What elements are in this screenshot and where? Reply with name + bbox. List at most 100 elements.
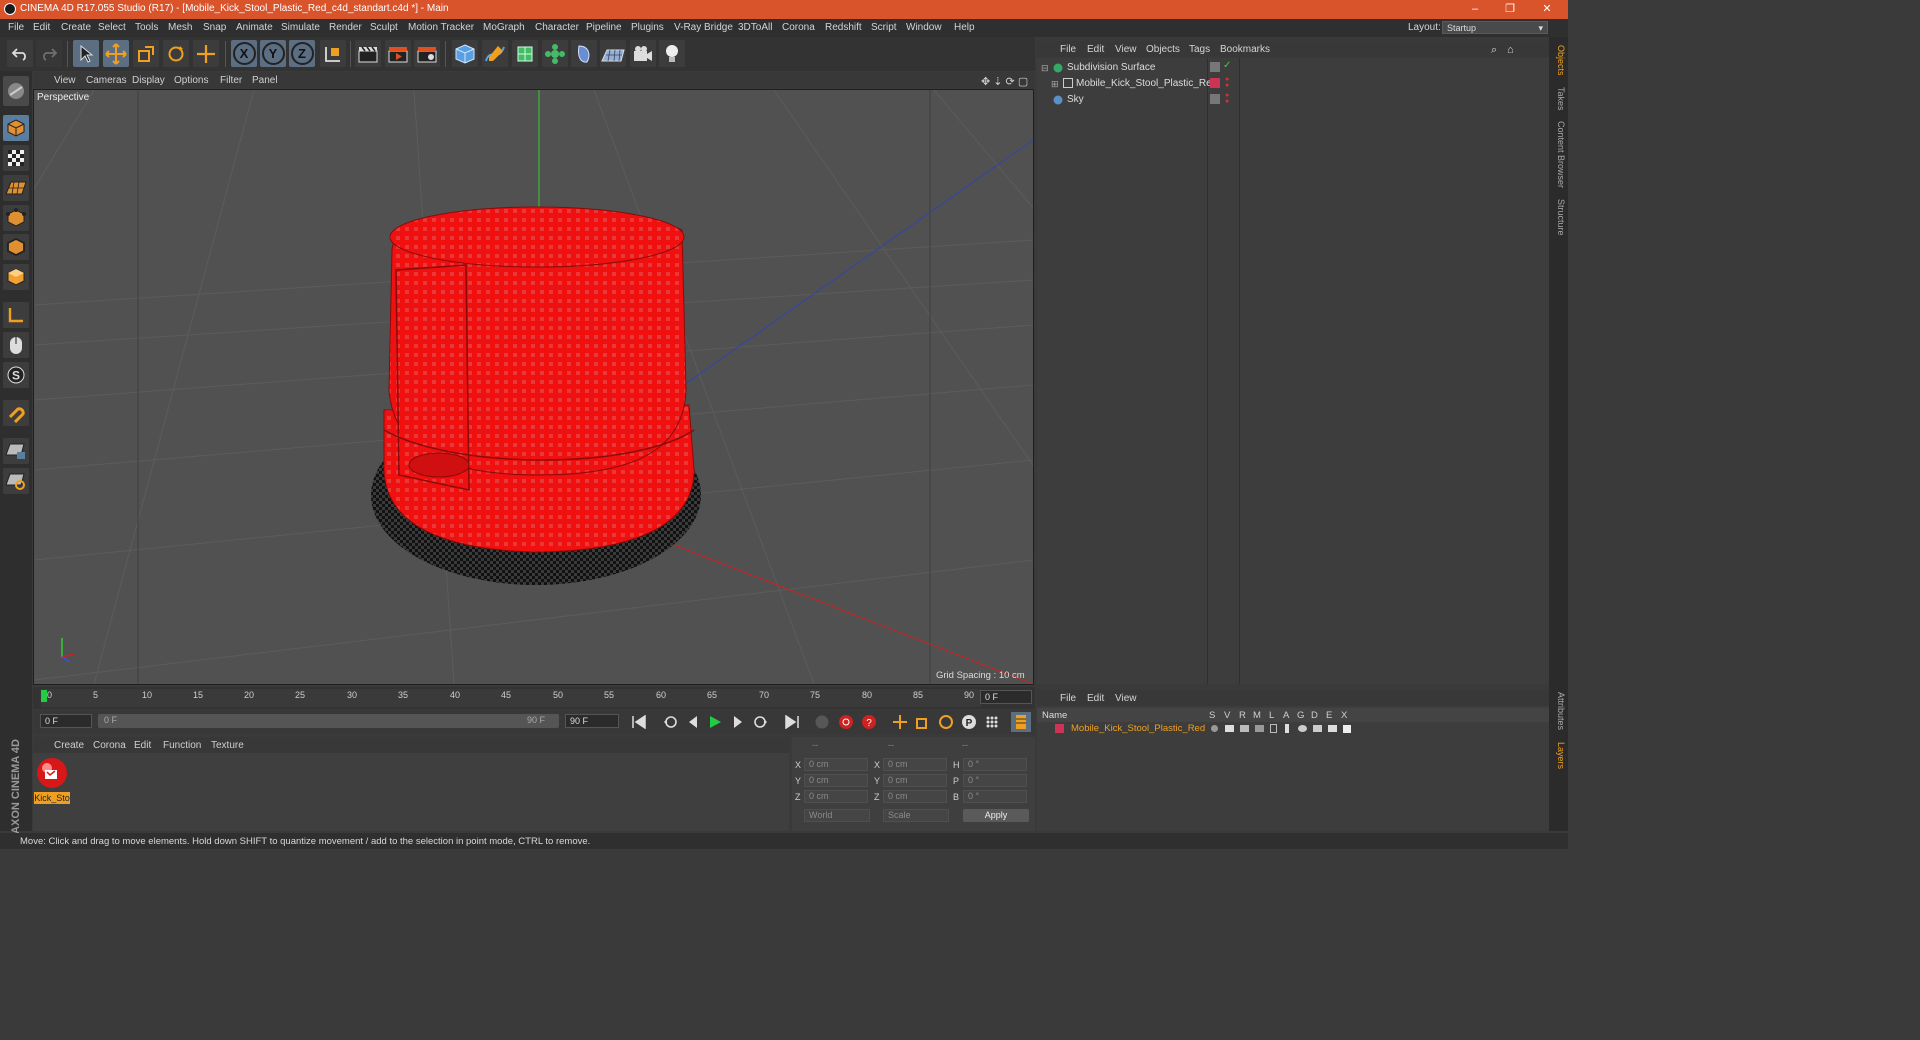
menu-3dtoall[interactable]: 3DToAll: [738, 22, 772, 33]
lock-workplane-button[interactable]: [3, 438, 29, 464]
menu-help[interactable]: Help: [954, 22, 975, 33]
objects-menu-view[interactable]: View: [1115, 44, 1137, 55]
menu-plugins[interactable]: Plugins: [631, 22, 664, 33]
viewport-nav-icons[interactable]: ✥ ⇣ ⟳ ▢: [981, 75, 1028, 88]
object-row[interactable]: Sky ● ●: [1040, 92, 1548, 108]
previous-keyframe-button[interactable]: [660, 712, 680, 732]
menu-simulate[interactable]: Simulate: [281, 22, 320, 33]
menu-edit[interactable]: Edit: [33, 22, 50, 33]
preview-range-slider[interactable]: 0 F 90 F: [98, 714, 559, 728]
object-row[interactable]: ⊟ Subdivision Surface ✓: [1040, 60, 1548, 76]
autokeying-button[interactable]: ?: [859, 712, 879, 732]
animation-icon[interactable]: [1285, 724, 1289, 733]
model-mode-button[interactable]: [3, 115, 29, 141]
add-floor-button[interactable]: [600, 40, 626, 67]
menu-motion-tracker[interactable]: Motion Tracker: [408, 22, 474, 33]
viewport-menu-panel[interactable]: Panel: [252, 75, 278, 86]
solo-toggle-icon[interactable]: [1211, 725, 1218, 732]
go-to-end-button[interactable]: [782, 712, 802, 732]
add-subdivision-button[interactable]: [512, 40, 538, 67]
key-parameter-button[interactable]: P: [959, 712, 979, 732]
rotate-tool-button[interactable]: [163, 40, 189, 67]
viewport-menu-display[interactable]: Display: [132, 75, 165, 86]
edit-visibility-icon[interactable]: [1210, 62, 1220, 72]
tab-content-browser[interactable]: Content Browser: [1551, 121, 1566, 188]
end-frame-field[interactable]: 90 F: [565, 714, 619, 728]
rotation-h-field[interactable]: 0 °: [963, 758, 1027, 771]
axis-x-toggle[interactable]: X: [231, 40, 257, 67]
menu-sculpt[interactable]: Sculpt: [370, 22, 398, 33]
axis-z-toggle[interactable]: Z: [289, 40, 315, 67]
texture-mode-button[interactable]: [3, 145, 29, 171]
undo-button[interactable]: [7, 40, 33, 67]
perspective-viewport[interactable]: [33, 89, 1034, 685]
next-keyframe-button[interactable]: [751, 712, 771, 732]
objects-menu-edit[interactable]: Edit: [1087, 44, 1104, 55]
add-camera-button[interactable]: [630, 40, 656, 67]
manager-icon[interactable]: [1255, 725, 1264, 732]
menu-redshift[interactable]: Redshift: [825, 22, 862, 33]
transform-tool-button[interactable]: [193, 40, 219, 67]
render-icon[interactable]: [1240, 725, 1249, 732]
rotation-p-field[interactable]: 0 °: [963, 774, 1027, 787]
material-menu-edit[interactable]: Edit: [134, 740, 151, 751]
rotation-b-field[interactable]: 0 °: [963, 790, 1027, 803]
objects-menu-file[interactable]: File: [1060, 44, 1076, 55]
objects-menu-tags[interactable]: Tags: [1189, 44, 1210, 55]
material-menu-function[interactable]: Function: [163, 740, 201, 751]
points-mode-button[interactable]: [3, 205, 29, 231]
menu-create[interactable]: Create: [61, 22, 91, 33]
current-frame-field[interactable]: 0 F: [980, 690, 1032, 704]
menu-render[interactable]: Render: [329, 22, 362, 33]
menu-snap[interactable]: Snap: [203, 22, 226, 33]
restore-button[interactable]: ❐: [1495, 0, 1525, 19]
menu-window[interactable]: Window: [906, 22, 942, 33]
objects-menu-objects[interactable]: Objects: [1146, 44, 1180, 55]
material-menu-create[interactable]: Create: [54, 740, 84, 751]
start-frame-field[interactable]: 0 F: [40, 714, 92, 728]
edit-visibility-icon[interactable]: [1210, 94, 1220, 104]
position-x-field[interactable]: 0 cm: [804, 758, 868, 771]
expression-icon[interactable]: [1328, 725, 1337, 732]
tab-layers[interactable]: Layers: [1551, 742, 1566, 769]
size-x-field[interactable]: 0 cm: [883, 758, 947, 771]
coordinate-mode-select[interactable]: World: [804, 809, 870, 822]
layers-menu-view[interactable]: View: [1115, 693, 1137, 704]
material-menu-corona[interactable]: Corona: [93, 740, 126, 751]
viewport-menu-filter[interactable]: Filter: [220, 75, 242, 86]
menu-script[interactable]: Script: [871, 22, 897, 33]
selection-tool-button[interactable]: [73, 40, 99, 67]
add-cloner-button[interactable]: [542, 40, 568, 67]
search-icon[interactable]: ⌕: [1491, 44, 1497, 57]
scale-tool-button[interactable]: [133, 40, 159, 67]
key-rotation-button[interactable]: [936, 712, 956, 732]
render-view-button[interactable]: [355, 40, 381, 67]
solo-mode-button[interactable]: S: [3, 362, 29, 388]
menu-tools[interactable]: Tools: [135, 22, 158, 33]
tab-objects[interactable]: Objects: [1551, 45, 1566, 76]
viewport-menu-options[interactable]: Options: [174, 75, 208, 86]
axis-y-toggle[interactable]: Y: [260, 40, 286, 67]
layers-menu-edit[interactable]: Edit: [1087, 693, 1104, 704]
lock-icon[interactable]: [1270, 724, 1277, 733]
menu-character[interactable]: Character: [535, 22, 579, 33]
menu-corona[interactable]: Corona: [782, 22, 815, 33]
render-to-picture-viewer-button[interactable]: [385, 40, 411, 67]
edges-mode-button[interactable]: [3, 234, 29, 260]
play-button[interactable]: [705, 712, 725, 732]
home-icon[interactable]: ⌂: [1507, 44, 1514, 56]
key-scale-button[interactable]: [913, 712, 933, 732]
menu-pipeline[interactable]: Pipeline: [586, 22, 622, 33]
workplane-mode-button[interactable]: [3, 175, 29, 201]
object-row[interactable]: ⊞ Mobile_Kick_Stool_Plastic_Red ● ●: [1040, 76, 1548, 92]
edit-render-settings-button[interactable]: [414, 40, 440, 67]
eye-icon[interactable]: [1225, 725, 1234, 732]
next-frame-button[interactable]: [728, 712, 748, 732]
menu-vray-bridge[interactable]: V-Ray Bridge: [674, 22, 733, 33]
tab-attributes[interactable]: Attributes: [1551, 692, 1566, 730]
size-z-field[interactable]: 0 cm: [883, 790, 947, 803]
apply-button[interactable]: Apply: [963, 809, 1029, 822]
expand-icon[interactable]: ⊞: [1051, 79, 1059, 90]
visibility-dots-icon[interactable]: ● ●: [1225, 76, 1229, 89]
record-disabled-button[interactable]: [812, 712, 832, 732]
